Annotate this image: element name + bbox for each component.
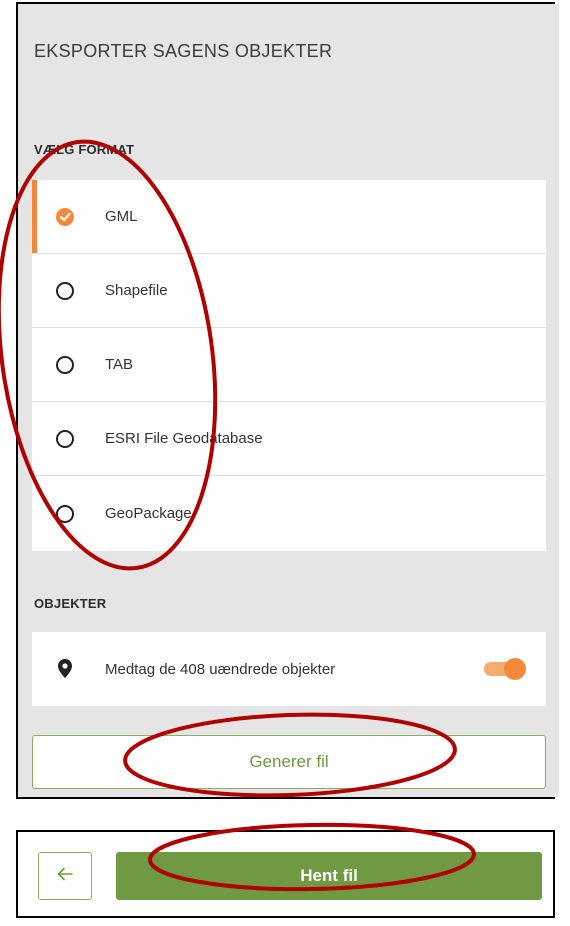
format-section-label: VÆLG FORMAT <box>34 142 135 157</box>
format-option-shapefile[interactable]: Shapefile <box>32 254 546 328</box>
radio-icon[interactable] <box>56 504 74 523</box>
format-option-label: TAB <box>105 356 134 373</box>
checked-radio-icon[interactable] <box>56 207 74 226</box>
back-button[interactable] <box>38 852 92 900</box>
include-unchanged-label: Medtag de 408 uændrede objekter <box>105 660 336 678</box>
objects-section-label: OBJEKTER <box>34 596 107 611</box>
panel-title: EKSPORTER SAGENS OBJEKTER <box>34 41 333 61</box>
map-pin-icon <box>58 659 72 683</box>
download-panel: Hent fil <box>16 830 555 918</box>
toggle-knob <box>504 658 526 680</box>
format-option-geopackage[interactable]: GeoPackage <box>32 476 546 551</box>
radio-icon[interactable] <box>56 429 74 448</box>
download-file-button[interactable]: Hent fil <box>116 852 542 900</box>
format-option-label: Shapefile <box>105 282 168 299</box>
export-panel: EKSPORTER SAGENS OBJEKTER VÆLG FORMAT GM… <box>16 2 559 799</box>
format-option-tab[interactable]: TAB <box>32 328 546 402</box>
format-options-list: GML Shapefile TAB ESRI File Geodatabase … <box>32 180 546 551</box>
radio-icon[interactable] <box>56 355 74 374</box>
include-unchanged-row: Medtag de 408 uændrede objekter <box>32 632 546 706</box>
generate-file-button[interactable]: Generer fil <box>32 735 546 789</box>
format-option-gml[interactable]: GML <box>32 180 546 254</box>
include-unchanged-toggle[interactable] <box>484 658 526 680</box>
format-option-label: ESRI File Geodatabase <box>105 430 263 447</box>
arrow-left-icon <box>57 867 73 886</box>
format-option-esri-file-geodatabase[interactable]: ESRI File Geodatabase <box>32 402 546 476</box>
format-option-label: GML <box>105 208 138 225</box>
radio-icon[interactable] <box>56 281 74 300</box>
format-option-label: GeoPackage <box>105 505 192 522</box>
